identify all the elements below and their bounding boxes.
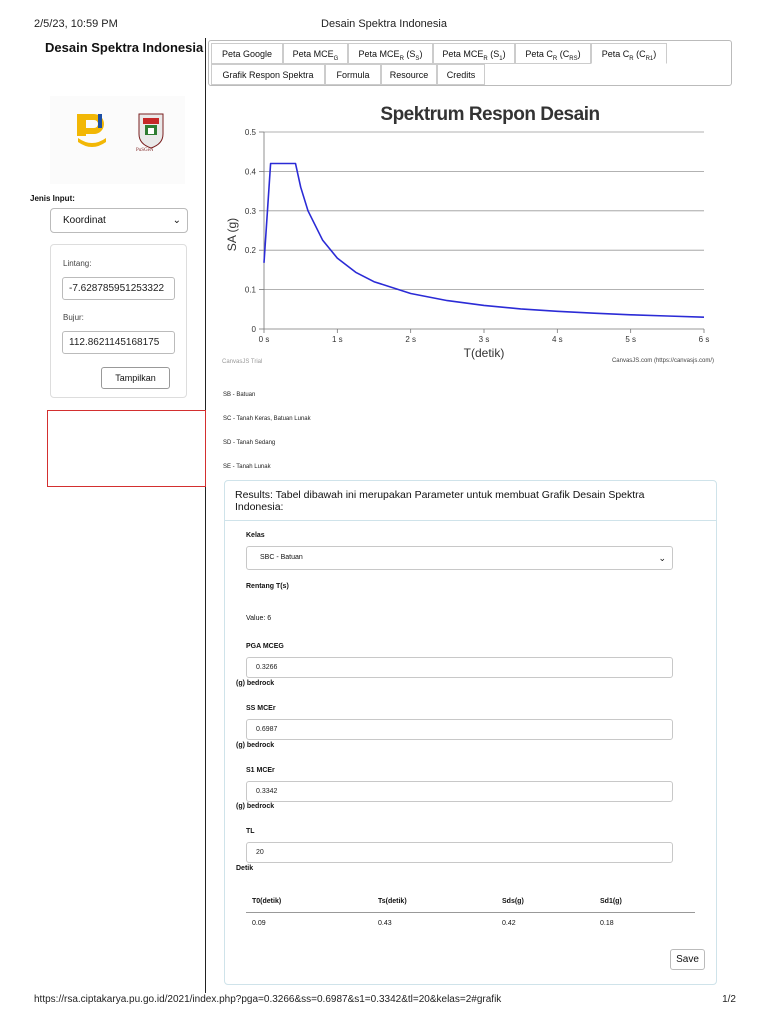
input-type-value: Koordinat <box>63 215 106 226</box>
x-tick-label: 3 s <box>479 335 490 344</box>
ss-input[interactable]: 0.6987 <box>246 719 673 740</box>
series-line <box>263 162 705 318</box>
tampilkan-button[interactable]: Tampilkan <box>101 367 170 389</box>
pu-logo-icon <box>77 114 106 147</box>
tab-peta-mce-g[interactable]: Peta MCEG <box>283 43 348 64</box>
pga-unit: (g) bedrock <box>236 680 275 687</box>
table-cell-ts: 0.43 <box>378 920 392 927</box>
results-heading: Results: Tabel dibawah ini merupakan Par… <box>235 489 645 513</box>
table-header-ts: Ts(detik) <box>378 898 407 905</box>
x-tick-label: 4 s <box>552 335 563 344</box>
table-cell-sds: 0.42 <box>502 920 516 927</box>
logo-area: PuSGeN <box>50 96 185 184</box>
y-tick-label: 0.4 <box>245 167 257 176</box>
pga-label: PGA MCEG <box>246 643 284 650</box>
kelas-select[interactable]: SBC - Batuan ⌄ <box>246 546 673 570</box>
y-tick-label: 0.2 <box>245 246 257 255</box>
x-tick-label: 2 s <box>405 335 416 344</box>
app-title: Desain Spektra Indonesia <box>45 40 204 55</box>
chevron-down-icon: ⌄ <box>658 553 666 563</box>
chart-svg: Spektrum Respon Desain 0 0.1 0.2 0.3 0.4 0.5 0 … <box>225 104 710 360</box>
tl-unit: Detik <box>236 865 254 872</box>
table-cell-sd1: 0.18 <box>600 920 614 927</box>
rentang-value: Value: 6 <box>246 615 272 622</box>
bujur-input[interactable]: 112.8621145168175 <box>62 331 175 354</box>
coordinate-panel: Lintang: -7.628785951253322 Bujur: 112.8… <box>50 244 187 398</box>
s1-label: S1 MCEr <box>246 767 275 774</box>
pga-input[interactable]: 0.3266 <box>246 657 673 678</box>
tl-label: TL <box>246 828 255 835</box>
rentang-label: Rentang T(s) <box>246 583 289 590</box>
chart-title: Spektrum Respon Desain <box>380 104 599 125</box>
site-class-sb: SB - Batuan <box>223 392 256 398</box>
x-axis-label: T(detik) <box>464 346 505 360</box>
lintang-input[interactable]: -7.628785951253322 <box>62 277 175 300</box>
tab-grafik-respon-spektra[interactable]: Grafik Respon Spektra <box>211 64 325 85</box>
print-header: 2/5/23, 10:59 PM Desain Spektra Indonesi… <box>0 18 768 32</box>
ss-unit: (g) bedrock <box>236 742 275 749</box>
tab-peta-mce-s1[interactable]: Peta MCER (S1) <box>433 43 515 64</box>
chevron-down-icon: ⌄ <box>172 215 181 226</box>
highlight-box <box>47 410 206 487</box>
x-tick-label: 6 s <box>699 335 710 344</box>
input-type-select[interactable]: Koordinat ⌄ <box>50 208 188 233</box>
kelas-label: Kelas <box>246 532 265 539</box>
table-header-t0: T0(detik) <box>252 898 282 905</box>
s1-unit: (g) bedrock <box>236 803 275 810</box>
print-doc-title: Desain Spektra Indonesia <box>321 18 447 30</box>
response-spectrum-chart: Spektrum Respon Desain 0 0.1 0.2 0.3 0.4 0.5 0 … <box>218 96 720 368</box>
tab-formula[interactable]: Formula <box>325 64 381 85</box>
lintang-label: Lintang: <box>63 259 92 268</box>
s1-input[interactable]: 0.3342 <box>246 781 673 802</box>
tab-peta-google[interactable]: Peta Google <box>211 43 283 64</box>
print-url: https://rsa.ciptakarya.pu.go.id/2021/ind… <box>34 994 502 1005</box>
x-tick-label: 0 s <box>259 335 270 344</box>
results-panel: Results: Tabel dibawah ini merupakan Par… <box>224 480 717 985</box>
y-tick-label: 0 <box>252 325 257 334</box>
ss-label: SS MCEr <box>246 705 276 712</box>
pusgen-logo-text: PuSGeN <box>136 148 154 153</box>
x-tick-label: 5 s <box>625 335 636 344</box>
x-tick-label: 1 s <box>332 335 343 344</box>
table-header-sd1: Sd1(g) <box>600 898 622 905</box>
tab-peta-cr-crs[interactable]: Peta CR (CRS) <box>515 43 591 64</box>
tab-bar: Peta Google Peta MCEG Peta MCER (SS) Pet… <box>208 40 732 86</box>
bujur-label: Bujur: <box>63 313 84 322</box>
y-axis-label: SA (g) <box>225 218 239 251</box>
tl-input[interactable]: 20 <box>246 842 673 863</box>
y-tick-label: 0.3 <box>245 207 257 216</box>
kelas-value: SBC - Batuan <box>260 554 303 561</box>
table-header-sds: Sds(g) <box>502 898 524 905</box>
print-page-number: 1/2 <box>722 994 736 1005</box>
y-tick-label: 0.5 <box>245 128 257 137</box>
site-class-sc: SC - Tanah Keras, Batuan Lunak <box>223 416 311 422</box>
site-class-sd: SD - Tanah Sedang <box>223 440 276 446</box>
table-cell-t0: 0.09 <box>252 920 266 927</box>
save-button[interactable]: Save <box>670 949 705 970</box>
results-divider <box>225 520 716 521</box>
tab-resource[interactable]: Resource <box>381 64 437 85</box>
input-type-label: Jenis Input: <box>30 194 75 203</box>
site-class-se: SE - Tanah Lunak <box>223 464 271 470</box>
tab-peta-mce-ss[interactable]: Peta MCER (SS) <box>348 43 433 64</box>
sidebar-divider <box>205 38 206 993</box>
table-header-divider <box>246 912 695 913</box>
tab-credits[interactable]: Credits <box>437 64 485 85</box>
tab-peta-cr-cr1[interactable]: Peta CR (CR1) <box>591 43 667 64</box>
chart-credit-right: CanvasJS.com (https://canvasjs.com/) <box>611 358 714 364</box>
chart-credit-left: CanvasJS Trial <box>222 359 263 365</box>
y-tick-label: 0.1 <box>245 286 257 295</box>
